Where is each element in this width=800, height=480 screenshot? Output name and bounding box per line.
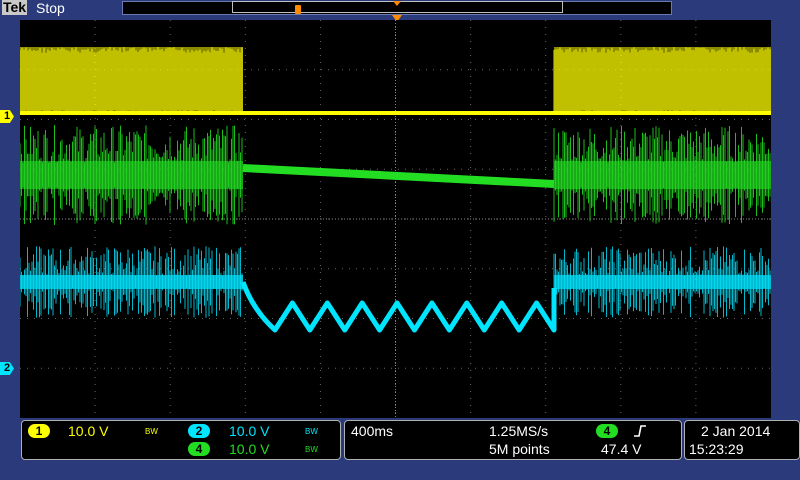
trigger-source-badge[interactable]: 4: [596, 424, 618, 438]
waveform-display[interactable]: [20, 20, 771, 418]
trigger-level: 47.4 V: [601, 441, 642, 457]
time: 15:23:29: [689, 441, 744, 457]
record-length: 5M points: [489, 441, 550, 457]
trigger-point-top-icon: [393, 1, 401, 6]
sample-rate: 1.25MS/s: [489, 423, 549, 439]
acquisition-status: Stop: [36, 0, 65, 16]
timebase: 400ms: [351, 423, 394, 439]
ch1-bw-limit-icon: BW: [145, 427, 158, 436]
ch4-bw-limit-icon: BW: [305, 445, 318, 454]
ch1-offset-marker[interactable]: 1: [0, 110, 14, 123]
ch4-scale: 10.0 V: [229, 441, 270, 457]
ch2-badge[interactable]: 2: [188, 424, 210, 438]
datetime-panel: 2 Jan 2014 15:23:29: [684, 420, 800, 460]
horizontal-trigger-panel[interactable]: 400ms 1.25MS/s 5M points 4 47.4 V: [344, 420, 682, 460]
vertical-settings-panel[interactable]: 1 10.0 V BW 2 10.0 V BW 4 10.0 V BW: [21, 420, 341, 460]
ch1-scale: 10.0 V: [68, 423, 109, 439]
date: 2 Jan 2014: [701, 423, 771, 439]
ch2-scale: 10.0 V: [229, 423, 270, 439]
ch1-badge[interactable]: 1: [28, 424, 50, 438]
trigger-position-icon: [295, 5, 301, 14]
rising-edge-icon: [634, 425, 646, 437]
ch4-badge[interactable]: 4: [188, 442, 210, 456]
top-bar: Tek Stop: [0, 0, 800, 16]
brand-logo: Tek: [2, 0, 28, 15]
ch2-bw-limit-icon: BW: [305, 427, 318, 436]
ch2-offset-marker[interactable]: 2: [0, 362, 14, 375]
